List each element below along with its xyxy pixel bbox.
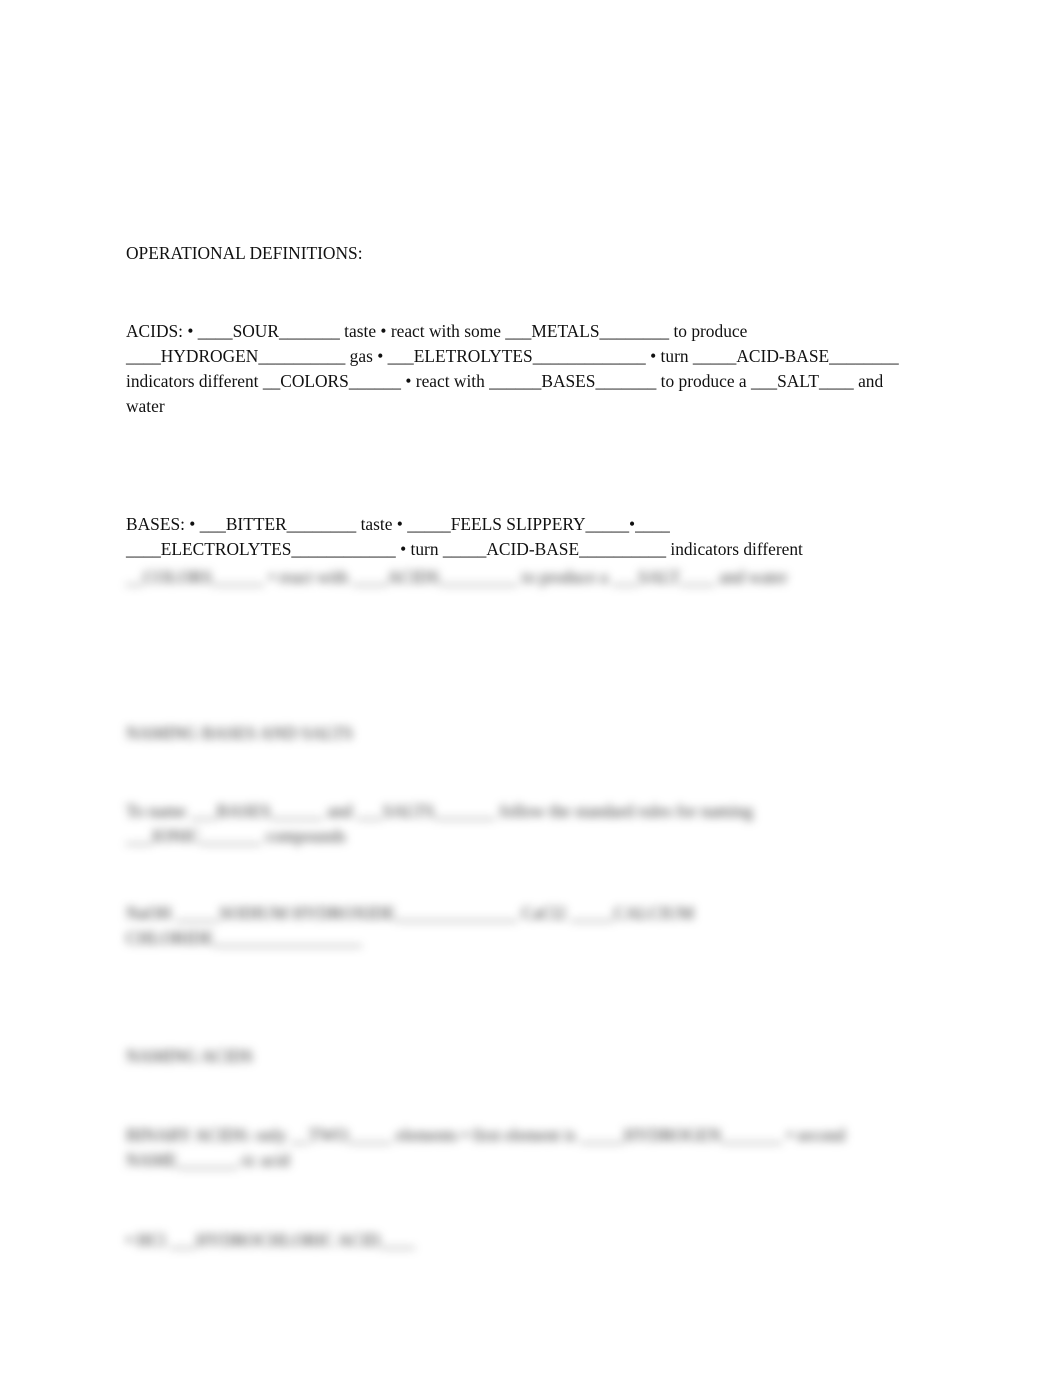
blurred-line: ___IONIC_______ compounds (126, 826, 346, 846)
blurred-line: To name ___BASES______ and ___SALTS_____… (126, 801, 754, 821)
blurred-paragraph: BINARY ACIDS: only __TWO_____ elements •… (126, 1123, 986, 1173)
blurred-line: CHLORIDE_________________ (126, 928, 362, 948)
blurred-bases-line: __COLORS______ • react with ____ACIDS___… (126, 567, 788, 587)
blurred-paragraph: NaOH _____SODIUM HYDROXIDE______________… (126, 901, 986, 951)
blurred-paragraph: To name ___BASES______ and ___SALTS_____… (126, 799, 986, 849)
bases-definition: BASES: • ___BITTER________ taste • _____… (126, 512, 986, 562)
blurred-heading: NAMING BASES AND SALTS (126, 723, 353, 743)
bases-line: ____ELECTROLYTES____________ • turn ____… (126, 539, 803, 559)
acids-definition: ACIDS: • ____SOUR_______ taste • react w… (126, 319, 986, 419)
bases-line: BASES: • ___BITTER________ taste • _____… (126, 514, 670, 534)
acids-line: water (126, 396, 165, 416)
section-heading: OPERATIONAL DEFINITIONS: (126, 243, 363, 263)
acids-line: indicators different __COLORS______ • re… (126, 371, 884, 391)
acids-line: ____HYDROGEN__________ gas • ___ELETROLY… (126, 346, 899, 366)
blurred-line: NAME_______-ic acid (126, 1150, 290, 1170)
blurred-line: NaOH _____SODIUM HYDROXIDE______________… (126, 903, 695, 923)
blurred-heading: NAMING ACIDS (126, 1046, 254, 1066)
blurred-line: BINARY ACIDS: only __TWO_____ elements •… (126, 1125, 846, 1145)
acids-line: ACIDS: • ____SOUR_______ taste • react w… (126, 321, 748, 341)
blurred-line: • HCl ___HYDROCHLORIC ACID____ (126, 1230, 415, 1250)
document-page: OPERATIONAL DEFINITIONS: ACIDS: • ____SO… (0, 0, 1062, 1376)
